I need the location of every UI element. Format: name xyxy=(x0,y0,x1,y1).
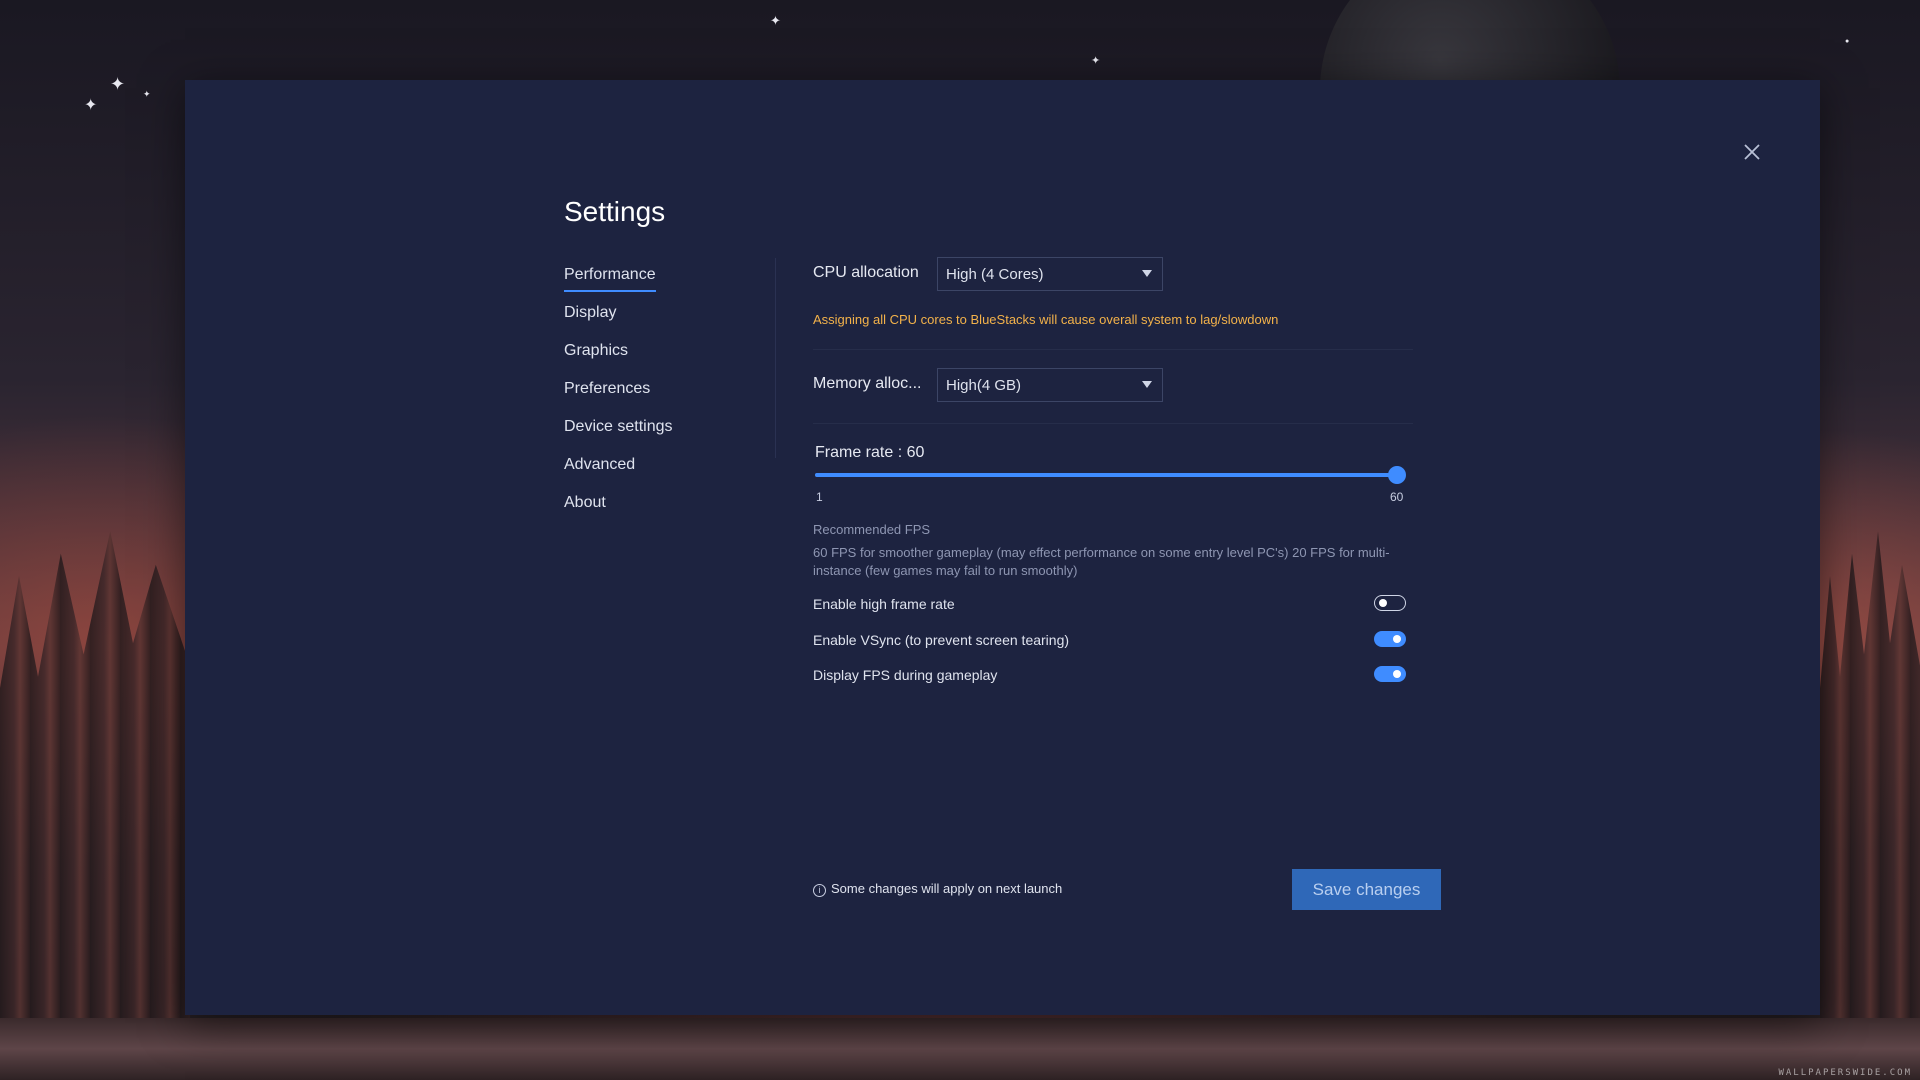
display-fps-row: Display FPS during gameplay xyxy=(813,663,1406,689)
frame-rate-slider[interactable] xyxy=(815,466,1406,484)
sidebar-item-label: About xyxy=(564,494,606,511)
chevron-down-icon xyxy=(1142,381,1152,388)
section-divider xyxy=(813,423,1413,424)
frame-rate-max-label: 60 xyxy=(1390,490,1404,504)
close-button[interactable] xyxy=(1735,135,1769,169)
toggle-knob xyxy=(1379,598,1387,607)
vsync-label: Enable VSync (to prevent screen tearing) xyxy=(813,632,1070,648)
sidebar-item-label: Graphics xyxy=(564,342,629,359)
high-frame-rate-row: Enable high frame rate xyxy=(813,592,1406,618)
sidebar-item-label: Display xyxy=(564,304,617,321)
wallpaper-watermark: WALLPAPERSWIDE.COM xyxy=(1778,1068,1912,1078)
recommended-fps-title: Recommended FPS xyxy=(813,522,931,537)
sidebar-item-label: Advanced xyxy=(564,456,636,473)
star-decoration: ✦ xyxy=(770,13,781,28)
performance-panel: CPU allocation High (4 Cores) xyxy=(813,255,1413,295)
save-button[interactable]: Save changes xyxy=(1292,869,1441,910)
restart-note: i Some changes will apply on next launch xyxy=(813,881,1062,897)
high-frame-rate-toggle[interactable] xyxy=(1374,595,1406,611)
star-decoration: ✦ xyxy=(1091,55,1101,67)
memory-allocation-label: Memory alloc... xyxy=(813,375,922,392)
sidebar-item-device-settings[interactable]: Device settings xyxy=(564,414,764,452)
sidebar-item-advanced[interactable]: Advanced xyxy=(564,452,764,490)
frame-rate-label: Frame rate : 60 xyxy=(815,444,925,461)
sidebar-item-performance[interactable]: Performance xyxy=(564,262,764,300)
star-decoration: ● xyxy=(1845,38,1850,45)
frame-rate-slider-fill xyxy=(815,473,1397,477)
settings-sidebar: Performance Display Graphics Preferences… xyxy=(564,262,764,528)
vsync-toggle[interactable] xyxy=(1374,631,1406,647)
sidebar-item-label: Performance xyxy=(564,262,656,292)
sidebar-item-label: Preferences xyxy=(564,380,651,397)
high-frame-rate-label: Enable high frame rate xyxy=(813,596,955,612)
cpu-allocation-value: High (4 Cores) xyxy=(946,266,1044,283)
toggle-knob xyxy=(1393,635,1401,643)
restart-note-text: Some changes will apply on next launch xyxy=(831,881,1063,896)
sidebar-divider xyxy=(775,258,776,458)
sidebar-item-label: Device settings xyxy=(564,418,673,435)
star-decoration: ✦ xyxy=(143,89,151,99)
sidebar-item-graphics[interactable]: Graphics xyxy=(564,338,764,376)
wallpaper-ground xyxy=(0,1018,1920,1080)
cpu-warning-text: Assigning all CPU cores to BlueStacks wi… xyxy=(813,312,1279,327)
memory-section: Memory alloc... High(4 GB) xyxy=(813,366,1413,406)
memory-allocation-row: Memory alloc... High(4 GB) xyxy=(813,366,1413,406)
display-fps-toggle[interactable] xyxy=(1374,666,1406,682)
memory-allocation-select[interactable]: High(4 GB) xyxy=(937,368,1163,402)
page-title: Settings xyxy=(564,196,666,227)
memory-allocation-value: High(4 GB) xyxy=(946,377,1022,394)
cpu-allocation-select[interactable]: High (4 Cores) xyxy=(937,257,1163,291)
frame-rate-min-label: 1 xyxy=(816,490,823,504)
toggle-knob xyxy=(1393,670,1401,678)
sidebar-item-display[interactable]: Display xyxy=(564,300,764,338)
recommended-fps-text: 60 FPS for smoother gameplay (may effect… xyxy=(813,545,1390,578)
cpu-allocation-row: CPU allocation High (4 Cores) xyxy=(813,255,1413,295)
sidebar-item-about[interactable]: About xyxy=(564,490,764,528)
sidebar-item-preferences[interactable]: Preferences xyxy=(564,376,764,414)
close-icon xyxy=(1744,144,1760,160)
star-decoration: ✦ xyxy=(110,74,126,94)
cpu-allocation-label: CPU allocation xyxy=(813,264,919,281)
frame-rate-slider-handle[interactable] xyxy=(1388,466,1406,484)
info-icon: i xyxy=(813,884,826,897)
section-divider xyxy=(813,349,1413,350)
display-fps-label: Display FPS during gameplay xyxy=(813,667,998,683)
star-decoration: ✦ xyxy=(84,97,98,114)
chevron-down-icon xyxy=(1142,270,1152,277)
vsync-row: Enable VSync (to prevent screen tearing) xyxy=(813,628,1406,654)
